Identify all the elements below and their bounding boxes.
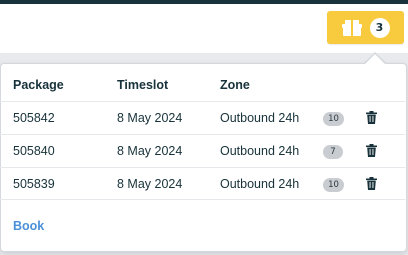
package-id: 505839 bbox=[13, 177, 55, 191]
package-id: 505842 bbox=[13, 111, 55, 125]
table-row: 505839 8 May 2024 Outbound 24h 10 bbox=[0, 167, 405, 201]
trash-icon[interactable] bbox=[366, 177, 377, 190]
item-count-badge: 10 bbox=[323, 112, 344, 126]
column-header-zone: Zone bbox=[220, 78, 250, 92]
trash-icon[interactable] bbox=[366, 144, 377, 157]
boxes-icon bbox=[341, 19, 362, 36]
timeslot: 8 May 2024 bbox=[117, 177, 183, 191]
zone: Outbound 24h bbox=[220, 177, 300, 191]
trash-icon[interactable] bbox=[366, 111, 377, 124]
package-count-badge: 3 bbox=[369, 17, 390, 38]
item-count-badge: 10 bbox=[323, 178, 344, 192]
packages-button[interactable]: 3 bbox=[327, 11, 404, 44]
column-header-timeslot: Timeslot bbox=[117, 78, 169, 92]
timeslot: 8 May 2024 bbox=[117, 111, 183, 125]
column-header-package: Package bbox=[13, 78, 64, 92]
footer-divider bbox=[0, 199, 405, 200]
table-row: 505842 8 May 2024 Outbound 24h 10 bbox=[0, 101, 405, 135]
zone: Outbound 24h bbox=[220, 144, 300, 158]
book-link[interactable]: Book bbox=[13, 219, 44, 233]
table-row: 505840 8 May 2024 Outbound 24h 7 bbox=[0, 134, 405, 168]
item-count-badge: 7 bbox=[323, 145, 343, 159]
package-id: 505840 bbox=[13, 144, 55, 158]
timeslot: 8 May 2024 bbox=[117, 144, 183, 158]
popover-arrow bbox=[365, 54, 385, 64]
zone: Outbound 24h bbox=[220, 111, 300, 125]
